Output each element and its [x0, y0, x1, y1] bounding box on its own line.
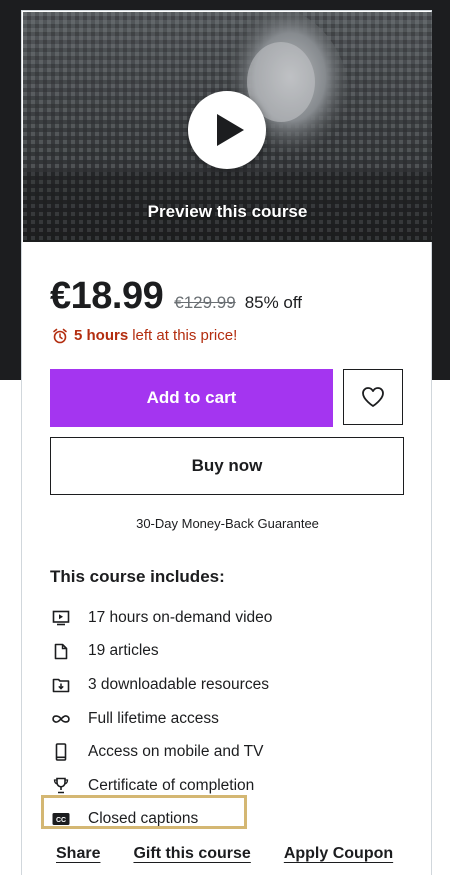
include-item-label: 19 articles: [88, 642, 159, 660]
heart-icon: [362, 387, 384, 407]
include-item-video: 17 hours on-demand video: [50, 601, 272, 635]
include-item-label: 17 hours on-demand video: [88, 608, 273, 626]
gift-course-link[interactable]: Gift this course: [133, 845, 250, 863]
closed-captions-icon: CC: [50, 809, 72, 829]
download-folder-icon: [50, 675, 72, 695]
svg-text:CC: CC: [56, 817, 66, 824]
discount-percentage: 85% off: [244, 293, 303, 312]
include-item-label: Certificate of completion: [88, 776, 255, 794]
include-item-captions: CC Closed captions: [50, 803, 272, 837]
include-item-mobile: Access on mobile and TV: [50, 735, 272, 769]
includes-title: This course includes:: [50, 567, 225, 586]
timer-highlight: 5 hours: [74, 327, 129, 344]
include-item-articles: 19 articles: [50, 635, 272, 669]
card-footer-links: Share Gift this course Apply Coupon: [56, 845, 393, 863]
include-item-label: Closed captions: [88, 810, 199, 828]
price-timer: 5 hours left at this price!: [52, 327, 237, 344]
include-item-lifetime: Full lifetime access: [50, 702, 272, 736]
timer-text: left at this price!: [132, 327, 238, 344]
include-item-label: 3 downloadable resources: [88, 675, 269, 693]
play-icon: [217, 114, 244, 146]
price-row: €18.99 €129.99 85% off: [50, 275, 302, 318]
include-item-resources: 3 downloadable resources: [50, 668, 272, 702]
add-to-cart-button[interactable]: Add to cart: [50, 369, 333, 427]
wishlist-button[interactable]: [343, 369, 403, 425]
preview-label: Preview this course: [147, 202, 308, 221]
video-icon: [50, 608, 72, 628]
course-purchase-card: Preview this course €18.99 €129.99 85% o…: [21, 10, 432, 875]
share-link[interactable]: Share: [56, 845, 100, 863]
play-preview-button[interactable]: [188, 91, 266, 169]
buy-now-button[interactable]: Buy now: [50, 437, 404, 495]
includes-list: 17 hours on-demand video 19 articles 3 d…: [50, 601, 272, 836]
include-item-label: Full lifetime access: [88, 709, 219, 727]
original-price: €129.99: [174, 293, 236, 312]
infinity-icon: [50, 709, 72, 729]
file-icon: [50, 641, 72, 661]
money-back-guarantee: 30-Day Money-Back Guarantee: [136, 516, 319, 531]
current-price: €18.99: [50, 275, 164, 317]
apply-coupon-link[interactable]: Apply Coupon: [284, 845, 393, 863]
include-item-certificate: Certificate of completion: [50, 769, 272, 803]
trophy-icon: [50, 776, 72, 796]
alarm-clock-icon: [53, 328, 67, 343]
mobile-icon: [50, 742, 72, 762]
include-item-label: Access on mobile and TV: [88, 743, 264, 761]
course-preview[interactable]: Preview this course: [23, 12, 432, 242]
